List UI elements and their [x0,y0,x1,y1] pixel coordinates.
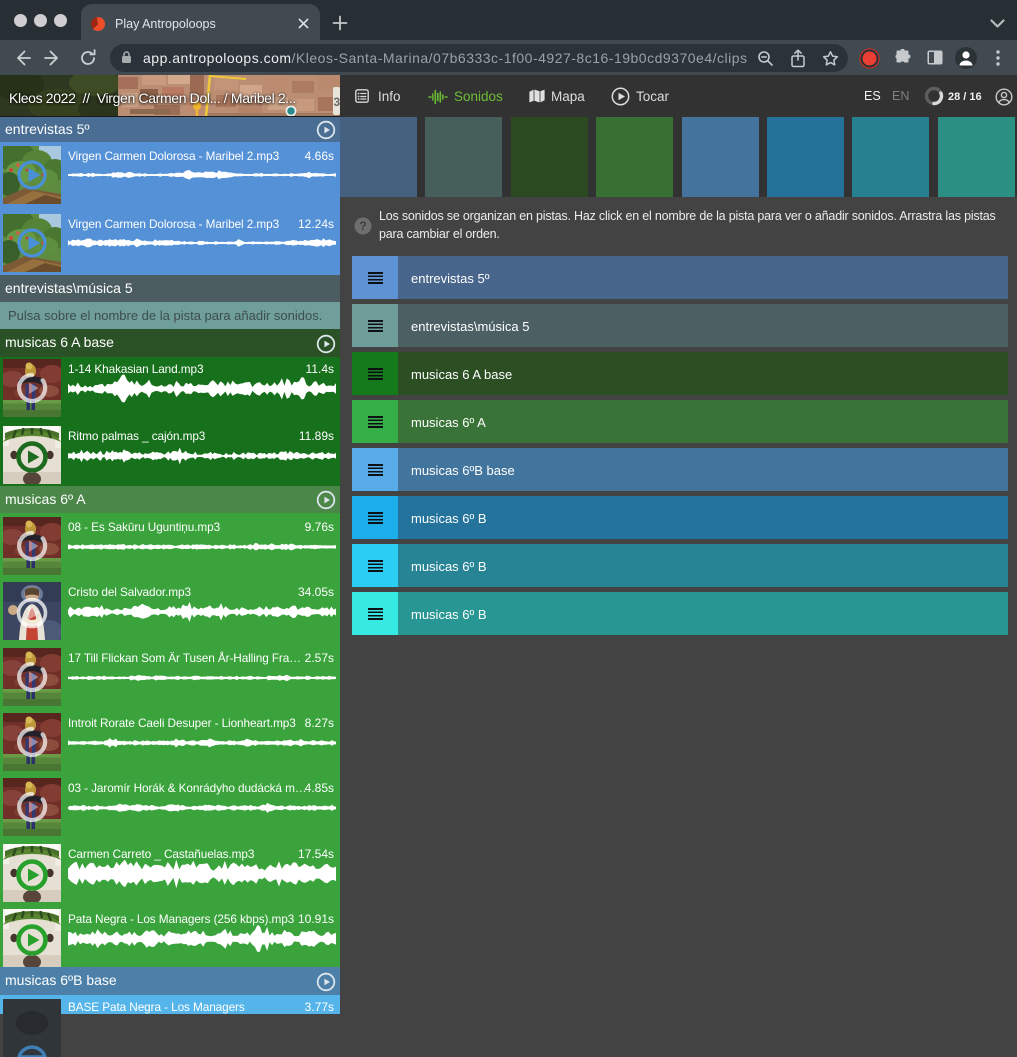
svg-text:3: 3 [334,95,341,109]
svg-text:?: ? [359,219,366,233]
